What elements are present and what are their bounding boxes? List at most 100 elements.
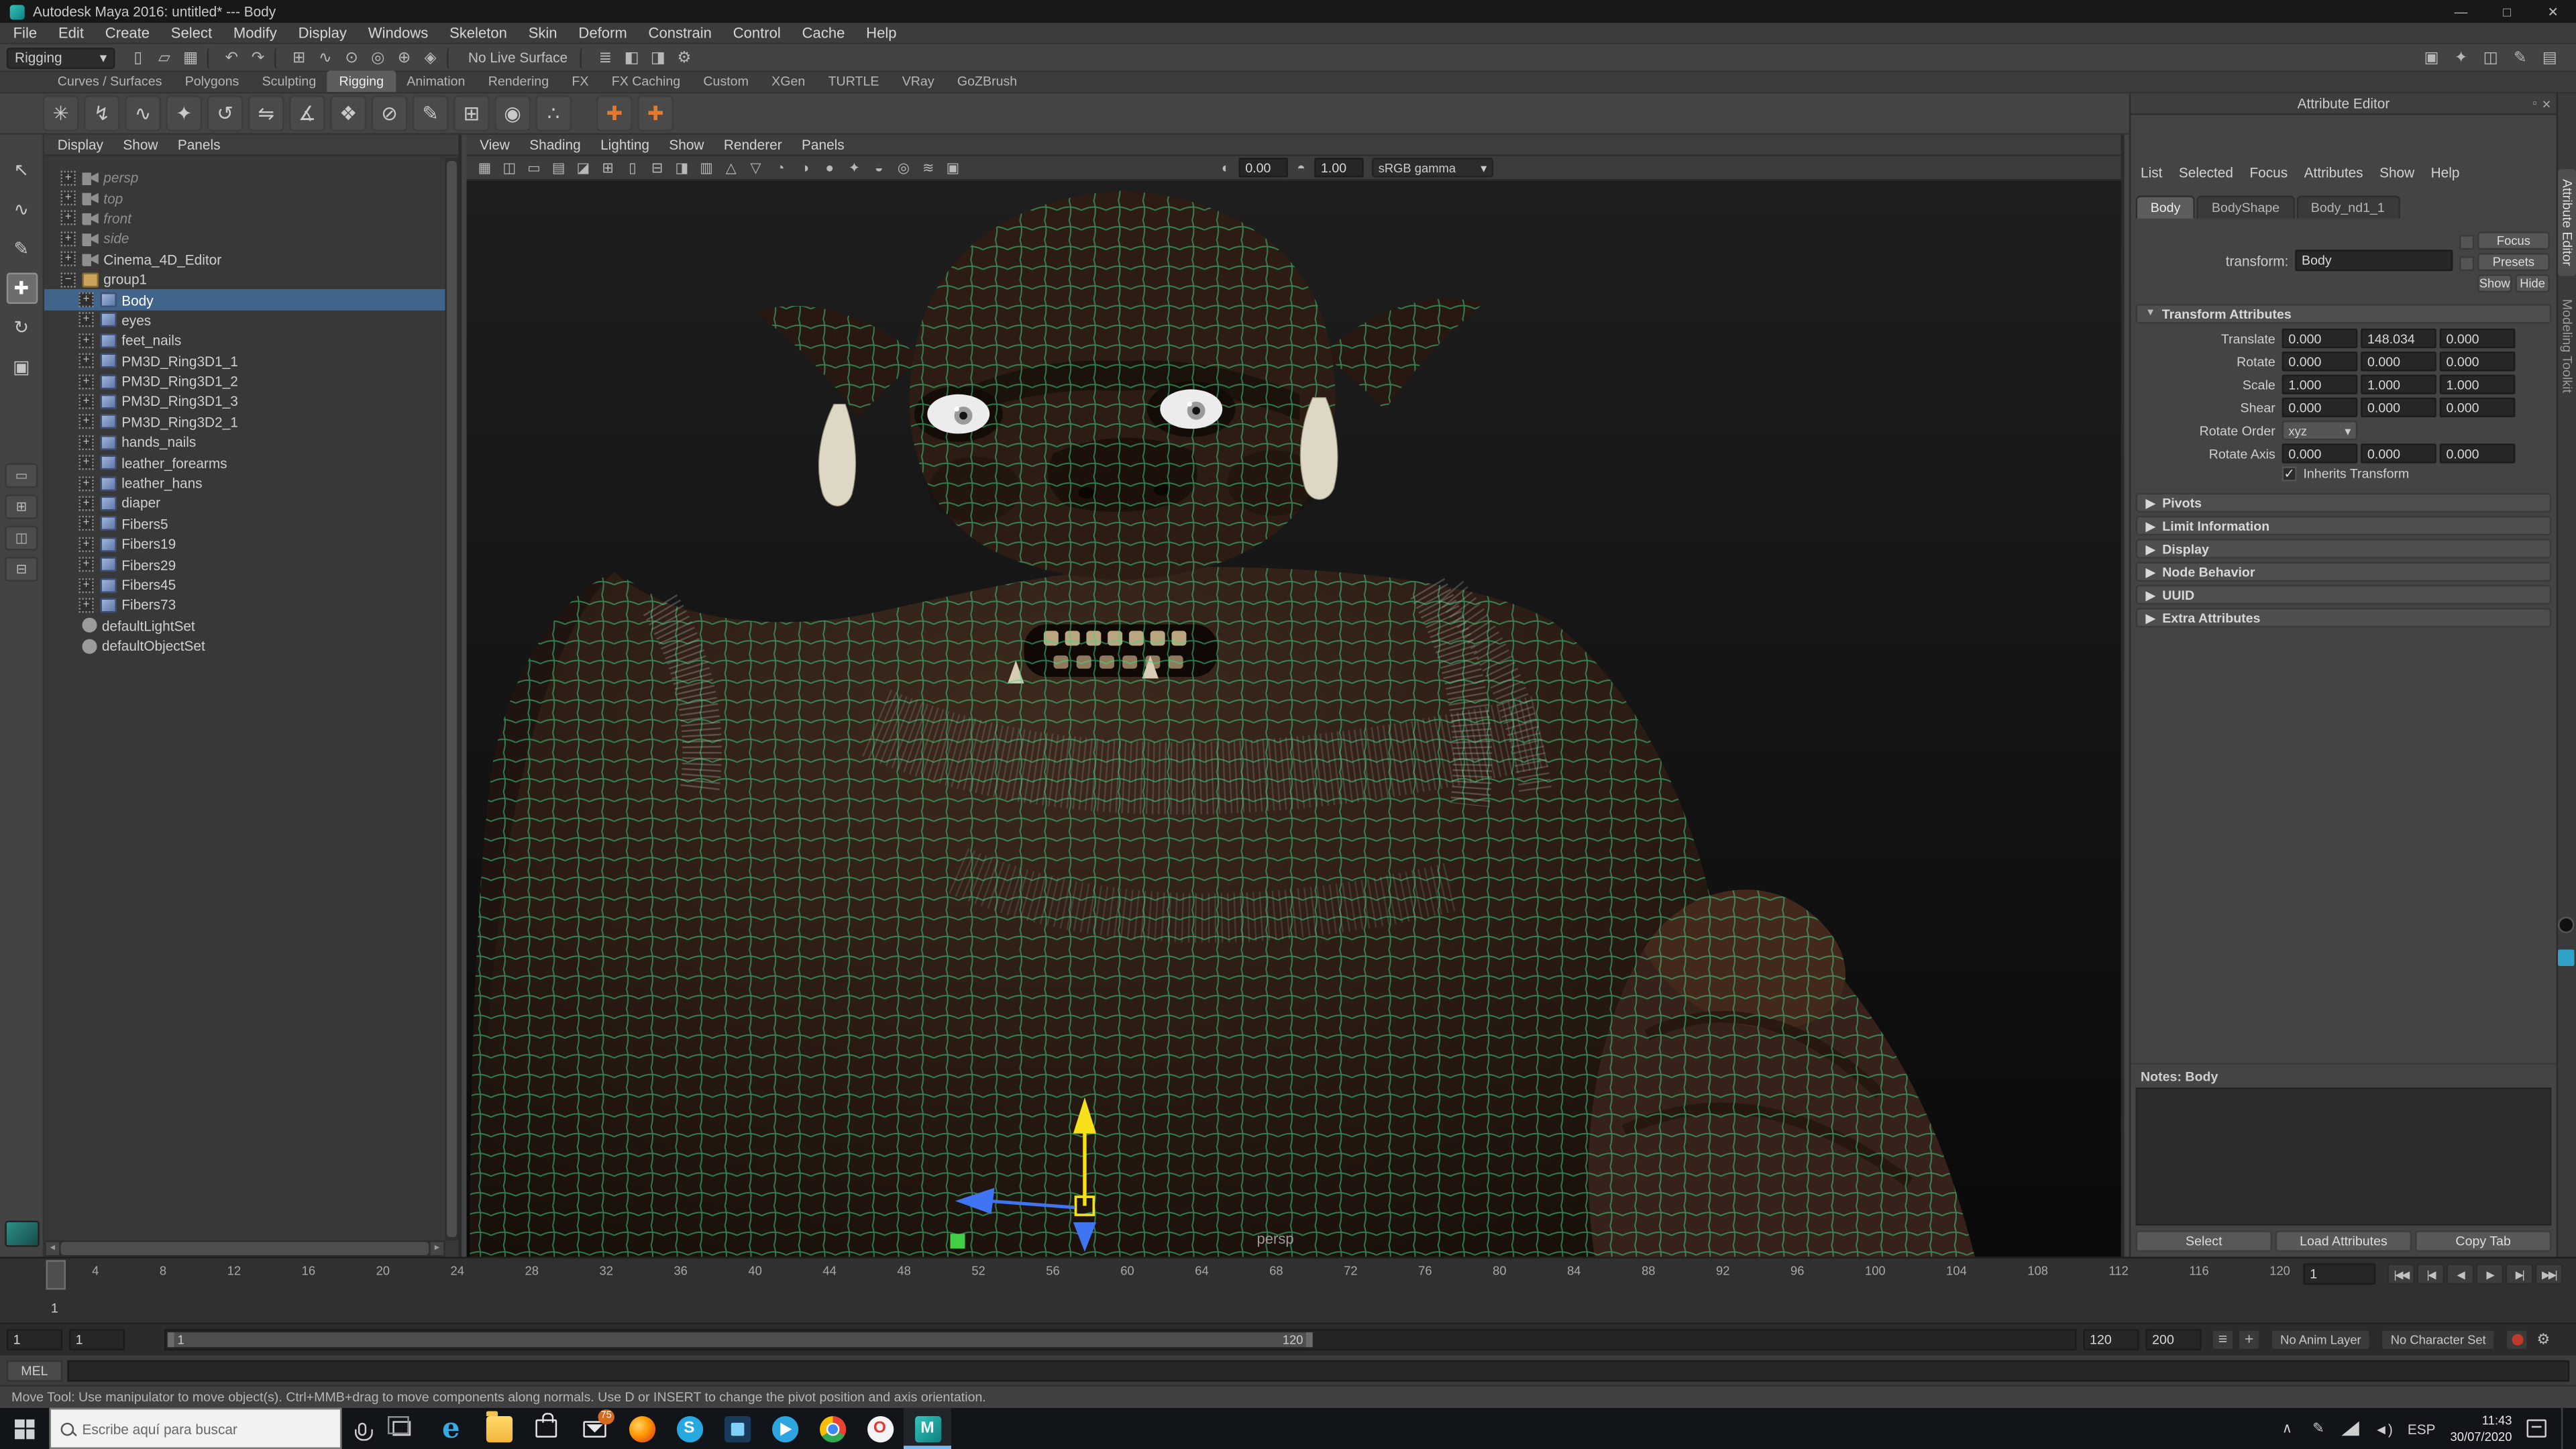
- insert-joint-icon[interactable]: ✦: [166, 95, 203, 131]
- menu-item[interactable]: Control: [733, 25, 781, 41]
- network-icon[interactable]: [2341, 1421, 2360, 1436]
- shelf-tab[interactable]: GoZBrush: [946, 70, 1029, 92]
- collapsed-section-header[interactable]: ▶ Limit Information: [2135, 515, 2552, 536]
- shear-x-field[interactable]: [2282, 397, 2358, 418]
- overlay-badge-icon[interactable]: [2558, 949, 2575, 967]
- volume-icon[interactable]: ◄): [2374, 1420, 2393, 1436]
- frame-tick-label[interactable]: 100: [1865, 1263, 1886, 1278]
- safe-title-icon[interactable]: ▽: [744, 157, 767, 178]
- expander-icon[interactable]: +: [78, 415, 94, 430]
- gamma-icon[interactable]: ◓: [1289, 157, 1312, 178]
- layout-four-pane[interactable]: ⊞: [5, 494, 38, 519]
- window-title-bar[interactable]: Autodesk Maya 2016: untitled* --- Body —…: [0, 0, 2576, 23]
- translate-x-field[interactable]: [2282, 328, 2358, 349]
- outliner-menu-item[interactable]: Panels: [178, 136, 221, 152]
- multisample-aa-icon[interactable]: ▣: [941, 157, 964, 178]
- shelf-tab[interactable]: Curves / Surfaces: [46, 70, 174, 92]
- open-scene-icon[interactable]: ▱: [151, 46, 177, 69]
- translate-z-field[interactable]: [2439, 328, 2516, 349]
- lock-camera-icon[interactable]: ◫: [498, 157, 521, 178]
- rotate-x-field[interactable]: [2282, 352, 2358, 372]
- animation-preferences-gear-icon[interactable]: ⚙: [2532, 1328, 2555, 1350]
- snap-to-projected-center-icon[interactable]: ◎: [365, 46, 391, 69]
- frame-tick-label[interactable]: 108: [2027, 1263, 2048, 1278]
- exposure-field[interactable]: [1238, 158, 1289, 178]
- create-control-curve-icon[interactable]: ✚: [637, 95, 674, 131]
- outliner-row[interactable]: + Fibers19: [44, 534, 445, 554]
- sidebar-vertical-tab[interactable]: Attribute Editor: [2558, 169, 2576, 276]
- task-view-button[interactable]: [381, 1408, 421, 1449]
- new-scene-icon[interactable]: ▯: [125, 46, 151, 69]
- taskbar-app-button[interactable]: [856, 1408, 904, 1449]
- snap-to-curve-icon[interactable]: ∿: [312, 46, 338, 69]
- humanik-toggle[interactable]: ✦: [2448, 46, 2474, 69]
- range-track[interactable]: 1 120: [164, 1328, 2077, 1350]
- outliner-row[interactable]: + Fibers5: [44, 514, 445, 534]
- frame-tick-label[interactable]: 68: [1269, 1263, 1283, 1278]
- outliner-row[interactable]: + front: [44, 208, 445, 228]
- outliner-row[interactable]: + PM3D_Ring3D1_2: [44, 371, 445, 391]
- wrap-deformer-icon[interactable]: ◉: [494, 95, 531, 131]
- expander-icon[interactable]: +: [78, 557, 94, 572]
- menu-item[interactable]: Help: [866, 25, 896, 41]
- add-keyframe-icon[interactable]: +: [2237, 1328, 2261, 1350]
- frame-tick-label[interactable]: 36: [674, 1263, 687, 1278]
- outliner-row[interactable]: + Body: [44, 289, 445, 311]
- film-gate-icon[interactable]: ▯: [621, 157, 644, 178]
- outliner-row[interactable]: + side: [44, 229, 445, 249]
- snap-to-view-plane-icon[interactable]: ⊕: [391, 46, 417, 69]
- go-to-start-button[interactable]: |◀◀: [2387, 1263, 2416, 1285]
- frame-tick-label[interactable]: 20: [376, 1263, 390, 1278]
- shelf-tab[interactable]: Rendering: [477, 70, 561, 92]
- frame-tick-label[interactable]: 80: [1493, 1263, 1506, 1278]
- scale-tool[interactable]: ▣: [6, 352, 38, 383]
- viewport-menu-item[interactable]: Shading: [529, 136, 580, 152]
- shaded-icon[interactable]: ◑: [794, 157, 816, 178]
- frame-tick-label[interactable]: 40: [748, 1263, 761, 1278]
- snap-to-grid-icon[interactable]: ⊞: [286, 46, 312, 69]
- frame-tick-label[interactable]: 104: [1946, 1263, 1967, 1278]
- taskbar-app-button[interactable]: [761, 1408, 808, 1449]
- shelf-tab[interactable]: Polygons: [174, 70, 251, 92]
- menu-item[interactable]: Select: [171, 25, 212, 41]
- menu-item[interactable]: Constrain: [649, 25, 712, 41]
- render-settings-icon[interactable]: ⚙: [671, 46, 697, 69]
- step-forward-button[interactable]: ▶|: [2505, 1263, 2534, 1285]
- frame-tick-label[interactable]: 92: [1716, 1263, 1729, 1278]
- frame-tick-label[interactable]: 96: [1790, 1263, 1804, 1278]
- play-backwards-button[interactable]: ◀: [2446, 1263, 2475, 1285]
- paint-select-tool[interactable]: ✎: [6, 233, 38, 265]
- ipr-render-icon[interactable]: ◨: [645, 46, 671, 69]
- shelf-tab[interactable]: FX Caching: [600, 70, 692, 92]
- shelf-tab[interactable]: XGen: [760, 70, 816, 92]
- attribute-editor-title-bar[interactable]: Attribute Editor ▫ ✕: [2131, 93, 2557, 115]
- menu-item[interactable]: Cache: [802, 25, 845, 41]
- field-chart-icon[interactable]: ▥: [695, 157, 718, 178]
- go-to-end-button[interactable]: ▶▶|: [2534, 1263, 2563, 1285]
- lasso-select-tool[interactable]: ∿: [6, 194, 38, 225]
- node-tab[interactable]: Body: [2135, 195, 2196, 219]
- expander-icon[interactable]: +: [78, 374, 94, 389]
- playback-end-field[interactable]: [2083, 1328, 2139, 1350]
- menu-item[interactable]: Skeleton: [449, 25, 507, 41]
- expander-icon[interactable]: +: [78, 496, 94, 511]
- collapsed-section-header[interactable]: ▶ Pivots: [2135, 492, 2552, 513]
- outliner-row[interactable]: + diaper: [44, 493, 445, 513]
- search-input[interactable]: [82, 1420, 313, 1437]
- outliner-row[interactable]: + hands_nails: [44, 432, 445, 452]
- ae-footer-button[interactable]: Copy Tab: [2415, 1230, 2552, 1252]
- ae-menu-item[interactable]: Help: [2431, 164, 2460, 180]
- list-history-icon[interactable]: [2459, 256, 2475, 272]
- outliner-vertical-scrollbar[interactable]: [445, 158, 459, 1240]
- node-tab[interactable]: Body_nd1_1: [2296, 195, 2400, 219]
- start-button[interactable]: [0, 1408, 49, 1449]
- bookmarks-icon[interactable]: ▤: [547, 157, 570, 178]
- frame-tick-label[interactable]: 4: [92, 1263, 99, 1278]
- expander-icon[interactable]: +: [60, 191, 76, 206]
- expander-icon[interactable]: +: [60, 170, 76, 185]
- frame-tick-label[interactable]: 120: [2269, 1263, 2290, 1278]
- translate-y-field[interactable]: [2361, 328, 2436, 349]
- taskbar-app-button[interactable]: [903, 1407, 951, 1449]
- snap-to-point-icon[interactable]: ⊙: [338, 46, 364, 69]
- anim-layer-menu[interactable]: No Anim Layer: [2270, 1328, 2371, 1350]
